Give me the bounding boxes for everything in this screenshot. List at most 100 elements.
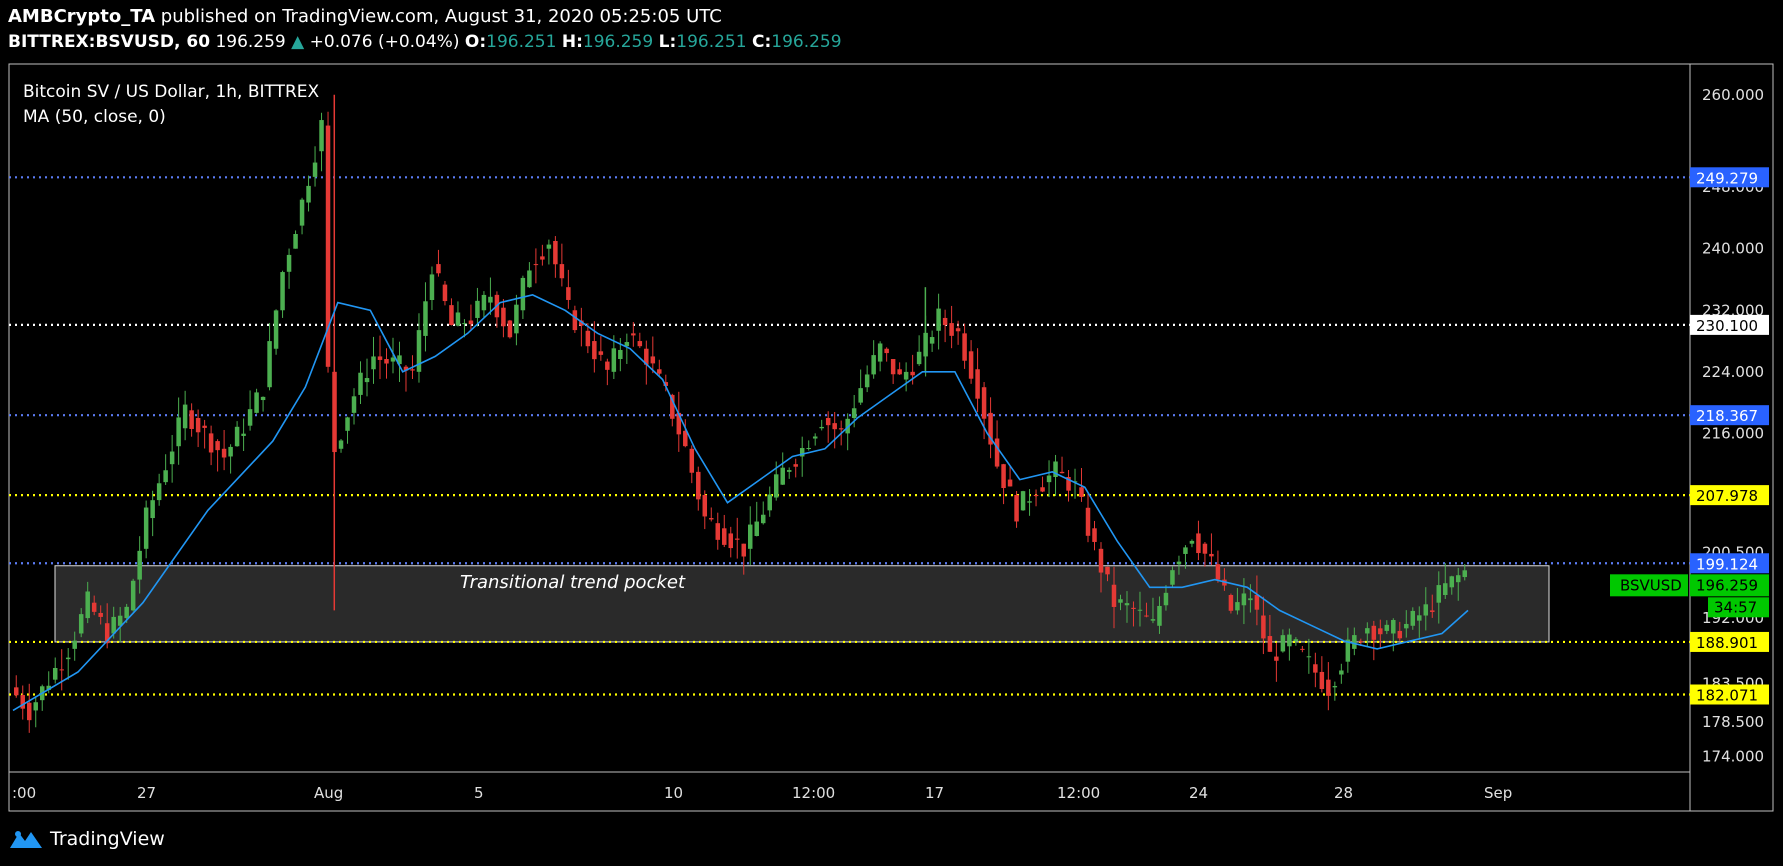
candle-body — [546, 244, 552, 249]
candle-body — [949, 323, 954, 336]
level-price-label: 207.978 — [1696, 487, 1758, 505]
candle-body — [124, 606, 129, 619]
candle-body — [559, 264, 565, 279]
candle-body — [1443, 583, 1448, 595]
candle-body — [514, 304, 519, 334]
candle-body — [773, 474, 779, 498]
candle-body — [955, 328, 961, 332]
candle-body — [1189, 540, 1195, 544]
candle-body — [364, 378, 370, 383]
candle-body — [26, 702, 32, 721]
candle-body — [1079, 487, 1084, 497]
y-tick-label: 174.000 — [1702, 748, 1764, 766]
candle-body — [767, 494, 772, 511]
candle-body — [728, 533, 734, 549]
candle-body — [98, 612, 103, 617]
footer: TradingView — [8, 828, 165, 850]
candle-body — [280, 272, 285, 311]
zone-label: Transitional trend pocket — [460, 572, 686, 593]
current-price-label: 196.259 — [1696, 576, 1758, 594]
candle-body — [1040, 487, 1045, 492]
candle-body — [735, 538, 740, 540]
candle-body — [208, 433, 214, 453]
candle-body — [1131, 607, 1136, 609]
candle-body — [377, 356, 383, 360]
candle-body — [130, 580, 136, 611]
candle-body — [436, 264, 441, 274]
level-price-label: 249.279 — [1696, 169, 1758, 187]
candle-body — [1215, 564, 1221, 580]
level-price-label: 218.367 — [1696, 407, 1758, 425]
candle-body — [793, 464, 798, 467]
candle-body — [449, 305, 454, 326]
candle-body — [1124, 603, 1130, 606]
candle-body — [611, 348, 617, 372]
price-chart[interactable]: Transitional trend pocket 260.000248.000… — [0, 0, 1783, 820]
candle-body — [1261, 615, 1266, 639]
x-tick-label: 10 — [664, 784, 683, 802]
candle-body — [59, 669, 64, 671]
candle-body — [1157, 605, 1162, 626]
candle-body — [234, 426, 240, 447]
candle-body — [689, 448, 695, 473]
candle-body — [910, 371, 915, 376]
candle-body — [455, 312, 461, 326]
candle-body — [1001, 464, 1006, 489]
countdown-label: 34:57 — [1714, 598, 1757, 616]
candle-body — [176, 417, 181, 447]
x-tick-label: 12:00 — [1057, 784, 1100, 802]
candle-body — [14, 687, 19, 696]
candle-body — [1202, 543, 1208, 554]
transitional-zone — [54, 565, 1550, 643]
candle-body — [267, 341, 272, 388]
candle-body — [260, 396, 266, 401]
candle-body — [1183, 547, 1188, 554]
candle-body — [1092, 528, 1097, 542]
candle-body — [1170, 570, 1175, 585]
candle-body — [754, 521, 759, 536]
candle-body — [299, 199, 305, 226]
candle-body — [20, 695, 25, 709]
candle-body — [442, 284, 448, 302]
x-tick-label: 17 — [925, 784, 944, 802]
candle-body — [1436, 585, 1442, 603]
candle-body — [475, 300, 480, 318]
candle-body — [156, 483, 162, 501]
candle-body — [1007, 479, 1013, 487]
candle-body — [540, 256, 545, 260]
x-tick-label: Sep — [1484, 784, 1512, 802]
candle-body — [527, 270, 532, 288]
candle-body — [533, 264, 539, 266]
candle-body — [696, 471, 701, 500]
candle-body — [52, 667, 58, 680]
candle-body — [78, 614, 84, 634]
candle-body — [169, 451, 175, 465]
candle-body — [903, 371, 909, 380]
x-tick-label: 27 — [137, 784, 156, 802]
candle-body — [1430, 610, 1435, 612]
candle-body — [319, 120, 324, 152]
candle-body — [981, 387, 987, 419]
candle-body — [1358, 641, 1364, 643]
candle-body — [1391, 620, 1396, 634]
candle-body — [877, 343, 883, 362]
candle-body — [1423, 604, 1429, 616]
candle-body — [345, 417, 350, 431]
candle-body — [241, 433, 246, 436]
candle-body — [351, 396, 357, 413]
candle-body — [897, 369, 902, 375]
candle-body — [786, 470, 792, 472]
candle-body — [1046, 475, 1052, 483]
tradingview-logo-icon[interactable] — [8, 828, 44, 850]
candle-body — [1462, 570, 1467, 578]
candle-body — [1111, 584, 1117, 607]
y-tick-label: 260.000 — [1702, 86, 1764, 104]
candle-body — [1209, 553, 1214, 557]
candle-body — [858, 388, 863, 403]
candle-body — [1332, 685, 1338, 688]
candle-body — [929, 337, 935, 344]
candle-body — [1228, 595, 1234, 611]
candle-body — [884, 348, 889, 354]
brand-name[interactable]: TradingView — [50, 828, 165, 850]
candle-body — [1313, 664, 1318, 673]
